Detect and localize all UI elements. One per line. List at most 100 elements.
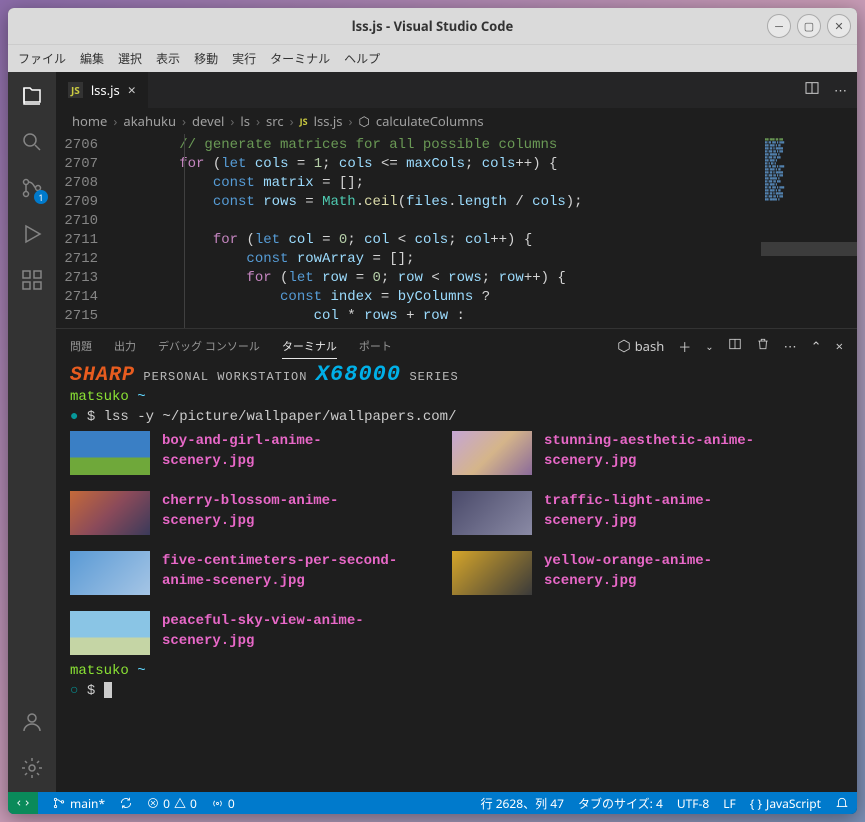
file-name: five-centimeters-per-second-anime-scener…	[162, 551, 412, 591]
accounts-icon[interactable]	[18, 708, 46, 736]
thumbnail	[70, 551, 150, 595]
list-item: stunning-aesthetic-anime-scenery.jpg	[452, 431, 794, 475]
menu-terminal[interactable]: ターミナル	[270, 50, 330, 67]
tab-bar: JS lss.js × ⋯	[56, 72, 857, 108]
javascript-icon: JS	[68, 82, 83, 98]
git-branch[interactable]: main*	[52, 795, 105, 812]
close-panel-icon[interactable]: ×	[836, 337, 843, 355]
split-editor-icon[interactable]	[804, 80, 820, 100]
split-panel-icon[interactable]	[728, 337, 742, 355]
language-mode[interactable]: { } JavaScript	[750, 795, 821, 812]
code-editor[interactable]: 2706 2707 2708 2709 2710 2711 2712 2713 …	[56, 134, 857, 328]
prompt-input-line[interactable]: ○ $	[70, 681, 843, 701]
menu-run[interactable]: 実行	[232, 50, 256, 67]
chevron-right-icon: ›	[290, 112, 294, 130]
crumb[interactable]: home	[72, 112, 107, 130]
line-number: 2710	[56, 212, 98, 231]
window-title: lss.js - Visual Studio Code	[352, 17, 514, 35]
ports-count[interactable]: 0	[211, 795, 235, 812]
explorer-icon[interactable]	[18, 82, 46, 110]
run-debug-icon[interactable]	[18, 220, 46, 248]
panel-tab-problems[interactable]: 問題	[70, 334, 92, 358]
settings-gear-icon[interactable]	[18, 754, 46, 782]
more-actions-icon[interactable]: ⋯	[834, 81, 847, 99]
crumb[interactable]: devel	[192, 112, 224, 130]
more-icon[interactable]: ⋯	[784, 337, 797, 355]
encoding[interactable]: UTF-8	[677, 795, 709, 812]
list-item: peaceful-sky-view-anime-scenery.jpg	[70, 611, 412, 655]
line-number: 2712	[56, 250, 98, 269]
scm-badge: 1	[34, 190, 48, 204]
terminal-shell-label[interactable]: bash	[617, 337, 665, 355]
crumb-symbol[interactable]: calculateColumns	[376, 112, 484, 130]
terminal[interactable]: SHARP PERSONAL WORKSTATION X68000 SERIES…	[56, 363, 857, 792]
chevron-right-icon: ›	[348, 112, 352, 130]
panel-tab-ports[interactable]: ポート	[359, 334, 392, 358]
chevron-right-icon: ›	[256, 112, 260, 130]
source-control-icon[interactable]: 1	[18, 174, 46, 202]
minimize-button[interactable]: ─	[767, 14, 791, 38]
menu-help[interactable]: ヘルプ	[344, 50, 380, 67]
thumbnail	[452, 431, 532, 475]
status-bar: main* 0 0 0 行 2628、列 47 タブのサイズ: 4 UTF-8 …	[8, 792, 857, 814]
list-item: cherry-blossom-anime-scenery.jpg	[70, 491, 412, 535]
thumbnail	[70, 611, 150, 655]
titlebar: lss.js - Visual Studio Code ─ ▢ ✕	[8, 8, 857, 44]
file-name: peaceful-sky-view-anime-scenery.jpg	[162, 611, 412, 651]
tab-actions: ⋯	[804, 72, 857, 108]
breadcrumb[interactable]: home› akahuku› devel› ls› src› JS lss.js…	[56, 108, 857, 134]
maximize-button[interactable]: ▢	[797, 14, 821, 38]
minimap[interactable]: ███ ████ ██ █████ ██ ███ █ ████ ███ ████…	[761, 134, 857, 328]
tab-lss-js[interactable]: JS lss.js ×	[56, 72, 149, 108]
line-numbers: 2706 2707 2708 2709 2710 2711 2712 2713 …	[56, 134, 112, 328]
line-number: 2709	[56, 193, 98, 212]
menubar: ファイル 編集 選択 表示 移動 実行 ターミナル ヘルプ	[8, 44, 857, 72]
line-number: 2714	[56, 288, 98, 307]
panel-tab-debug-console[interactable]: デバッグ コンソール	[158, 334, 260, 358]
chevron-right-icon: ›	[230, 112, 234, 130]
panel-tab-output[interactable]: 出力	[114, 334, 136, 358]
line-number: 2713	[56, 269, 98, 288]
crumb[interactable]: ls	[240, 112, 250, 130]
close-button[interactable]: ✕	[827, 14, 851, 38]
code-content[interactable]: // generate matrices for all possible co…	[112, 134, 761, 328]
extensions-icon[interactable]	[18, 266, 46, 294]
problems-count[interactable]: 0 0	[147, 795, 197, 812]
new-terminal-icon[interactable]: ＋	[678, 337, 691, 356]
bullet-icon: ●	[70, 409, 78, 425]
line-number: 2711	[56, 231, 98, 250]
search-icon[interactable]	[18, 128, 46, 156]
menu-view[interactable]: 表示	[156, 50, 180, 67]
remote-indicator[interactable]	[8, 792, 38, 814]
file-name: yellow-orange-anime-scenery.jpg	[544, 551, 794, 591]
x68000-logo: X68000	[316, 363, 401, 387]
line-number: 2706	[56, 136, 98, 155]
chevron-down-icon[interactable]: ⌄	[705, 339, 713, 353]
file-name: stunning-aesthetic-anime-scenery.jpg	[544, 431, 794, 471]
crumb[interactable]: src	[266, 112, 284, 130]
menu-file[interactable]: ファイル	[18, 50, 66, 67]
panel-tab-terminal[interactable]: ターミナル	[282, 334, 337, 359]
menu-go[interactable]: 移動	[194, 50, 218, 67]
panel-actions: bash ＋ ⌄ ⋯ ⌃ ×	[617, 337, 843, 356]
sync-icon[interactable]	[119, 796, 133, 810]
maximize-panel-icon[interactable]: ⌃	[811, 337, 822, 355]
notifications-bell-icon[interactable]	[835, 796, 849, 810]
trash-icon[interactable]	[756, 337, 770, 355]
bullet-icon: ○	[70, 683, 78, 699]
thumbnail	[452, 551, 532, 595]
vscode-window: lss.js - Visual Studio Code ─ ▢ ✕ ファイル 編…	[8, 8, 857, 814]
file-name: traffic-light-anime-scenery.jpg	[544, 491, 794, 531]
menu-edit[interactable]: 編集	[80, 50, 104, 67]
tab-size[interactable]: タブのサイズ: 4	[578, 795, 663, 812]
column-left: boy-and-girl-anime-scenery.jpg cherry-bl…	[70, 431, 412, 655]
menu-selection[interactable]: 選択	[118, 50, 142, 67]
eol[interactable]: LF	[723, 795, 736, 812]
thumbnail	[70, 491, 150, 535]
cursor-position[interactable]: 行 2628、列 47	[481, 795, 564, 812]
tab-close-icon[interactable]: ×	[128, 81, 136, 100]
crumb[interactable]: akahuku	[123, 112, 176, 130]
file-name: boy-and-girl-anime-scenery.jpg	[162, 431, 412, 471]
file-listing: boy-and-girl-anime-scenery.jpg cherry-bl…	[70, 431, 843, 655]
crumb-file[interactable]: lss.js	[314, 112, 343, 130]
